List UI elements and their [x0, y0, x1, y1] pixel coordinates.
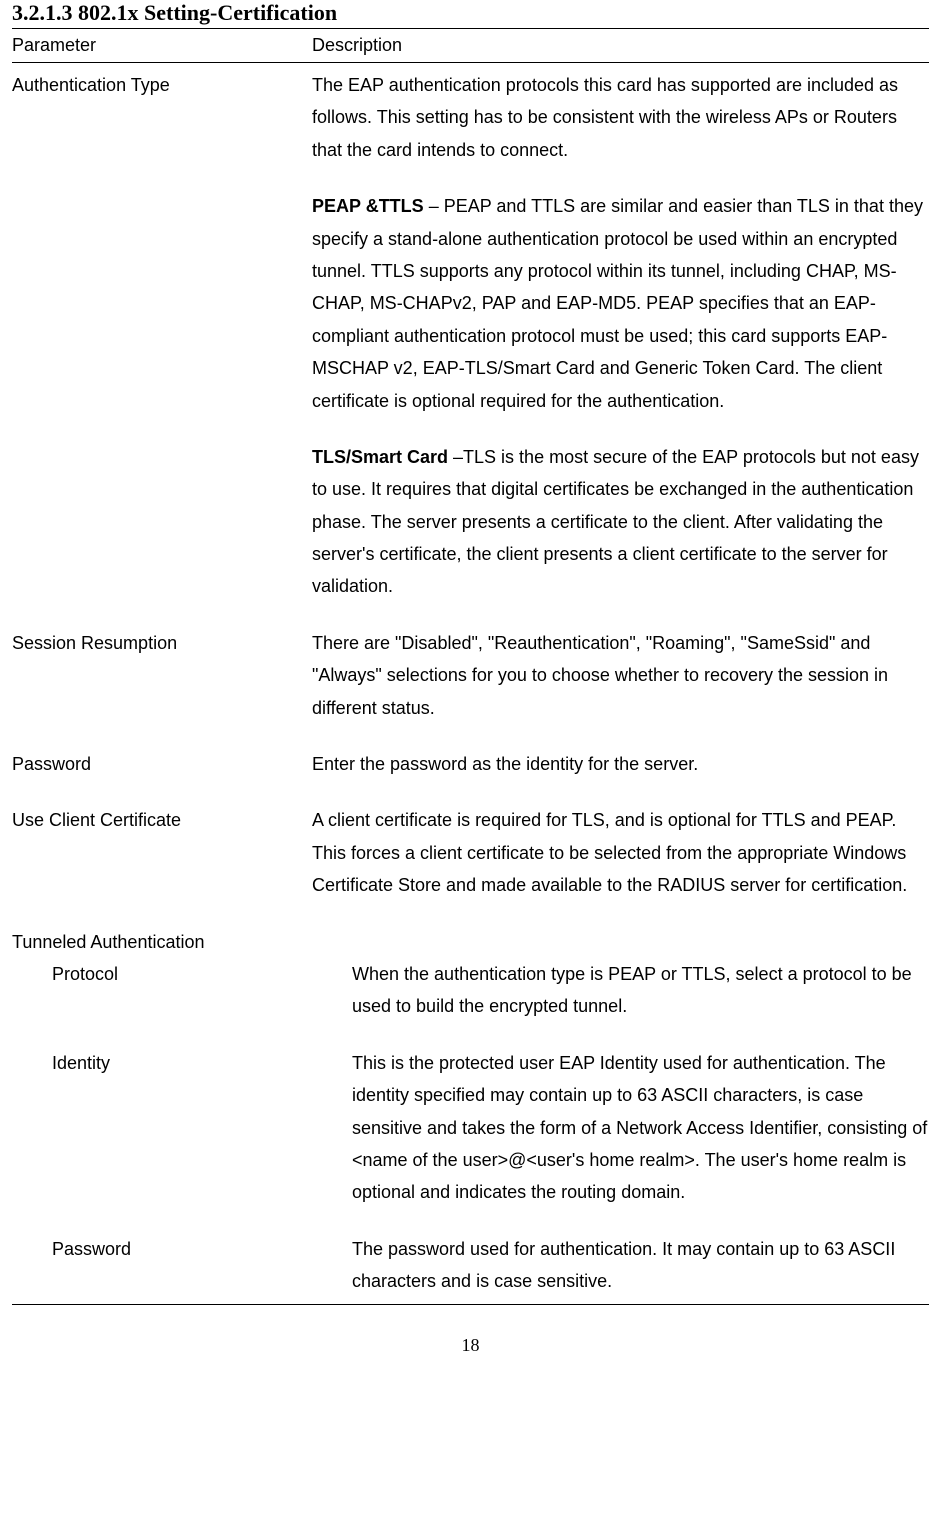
param-description: The password used for authentication. It…	[352, 1233, 929, 1298]
auth-tls-block: TLS/Smart Card –TLS is the most secure o…	[312, 441, 929, 603]
tls-text: –TLS is the most secure of the EAP proto…	[312, 447, 919, 597]
param-description: A client certificate is required for TLS…	[312, 804, 929, 901]
param-description: There are "Disabled", "Reauthentication"…	[312, 627, 929, 724]
peap-label: PEAP &TTLS	[312, 196, 424, 216]
row-password: Password Enter the password as the ident…	[12, 748, 929, 780]
param-label: Session Resumption	[12, 627, 312, 724]
table-header-row: Parameter Description	[12, 29, 929, 63]
param-label: Password	[12, 1233, 352, 1298]
param-label: Authentication Type	[12, 69, 312, 603]
param-description: When the authentication type is PEAP or …	[352, 958, 929, 1023]
param-label: Password	[12, 748, 312, 780]
param-label: Protocol	[12, 958, 352, 1023]
auth-peap-block: PEAP &TTLS – PEAP and TTLS are similar a…	[312, 190, 929, 417]
table-content: Authentication Type The EAP authenticati…	[12, 63, 929, 1305]
section-heading: 3.2.1.3 802.1x Setting-Certification	[12, 0, 929, 29]
param-description	[312, 926, 929, 958]
param-description: The EAP authentication protocols this ca…	[312, 69, 929, 603]
param-description: Enter the password as the identity for t…	[312, 748, 929, 780]
row-authentication-type: Authentication Type The EAP authenticati…	[12, 69, 929, 603]
page-number: 18	[12, 1305, 929, 1376]
row-tunneled-password: Password The password used for authentic…	[12, 1233, 929, 1298]
param-label: Use Client Certificate	[12, 804, 312, 901]
param-label: Tunneled Authentication	[12, 926, 312, 958]
row-tunneled-identity: Identity This is the protected user EAP …	[12, 1047, 929, 1209]
auth-intro-text: The EAP authentication protocols this ca…	[312, 69, 929, 166]
header-description: Description	[312, 35, 929, 56]
tls-label: TLS/Smart Card	[312, 447, 448, 467]
row-session-resumption: Session Resumption There are "Disabled",…	[12, 627, 929, 724]
param-description: This is the protected user EAP Identity …	[352, 1047, 929, 1209]
row-use-client-certificate: Use Client Certificate A client certific…	[12, 804, 929, 901]
param-label: Identity	[12, 1047, 352, 1209]
row-tunneled-protocol: Protocol When the authentication type is…	[12, 958, 929, 1023]
row-tunneled-authentication: Tunneled Authentication	[12, 926, 929, 958]
header-parameter: Parameter	[12, 35, 312, 56]
peap-text: – PEAP and TTLS are similar and easier t…	[312, 196, 923, 410]
